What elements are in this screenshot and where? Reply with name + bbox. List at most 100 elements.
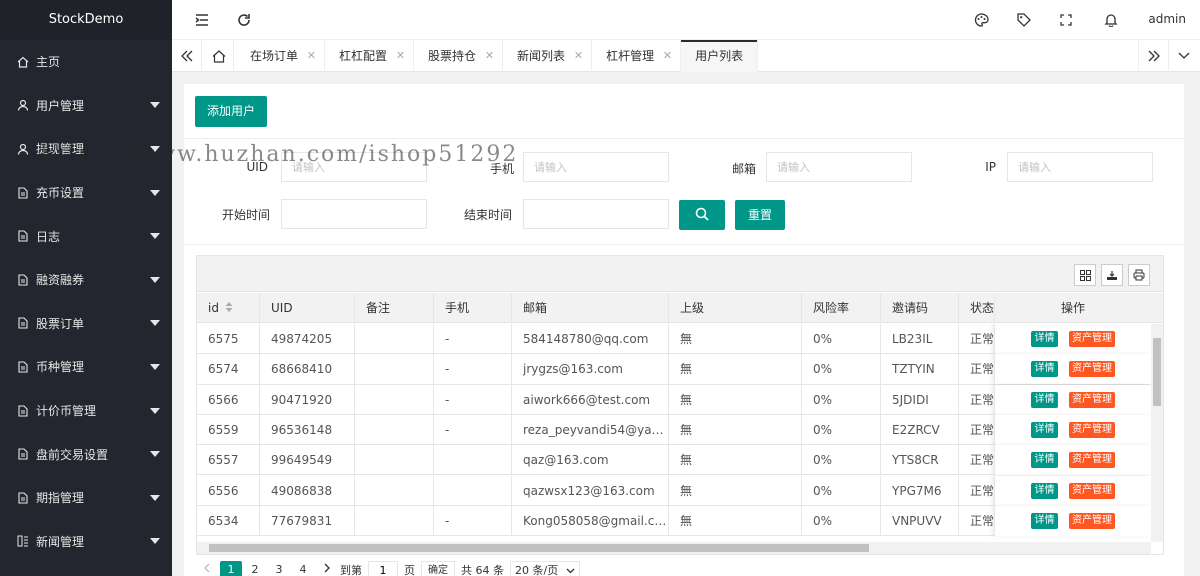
home-tab-icon[interactable] (204, 40, 234, 72)
start-time-input[interactable] (281, 199, 427, 229)
theme-palette-icon[interactable] (973, 12, 989, 28)
detail-button[interactable]: 详情 (1031, 331, 1058, 347)
asset-management-button[interactable]: 资产管理 (1069, 482, 1115, 499)
sidebar-item[interactable]: 新闻管理 (0, 520, 172, 564)
table-cell: - (434, 505, 512, 536)
page-number[interactable]: 2 (244, 561, 266, 576)
table-cell: 49086838 (260, 475, 355, 506)
table-cell: 6559 (197, 414, 260, 445)
page-number[interactable]: 4 (292, 561, 314, 576)
sidebar-item-label: 股票订单 (36, 316, 85, 331)
asset-management-button[interactable]: 资产管理 (1069, 361, 1115, 378)
sidebar-item[interactable]: 计价币管理 (0, 389, 172, 433)
detail-button[interactable]: 详情 (1031, 391, 1058, 408)
sidebar-item[interactable]: 盘前交易设置 (0, 432, 172, 476)
table-cell: Kong058058@gmail.com (512, 505, 669, 536)
sidebar-item-label: 日志 (36, 229, 61, 244)
close-tab-icon[interactable]: ✕ (307, 40, 316, 72)
tab[interactable]: 用户列表 (681, 40, 759, 72)
caret-down-icon (150, 451, 160, 458)
sidebar-item[interactable]: 用户管理 (0, 84, 172, 128)
asset-management-button[interactable]: 资产管理 (1069, 391, 1115, 408)
refresh-icon[interactable] (236, 12, 252, 28)
sidebar-item[interactable]: 充币设置 (0, 171, 172, 215)
sidebar-item[interactable]: 日志 (0, 214, 172, 258)
page-number[interactable]: 1 (220, 561, 242, 576)
sidebar-item[interactable]: 期指管理 (0, 476, 172, 520)
search-button[interactable] (679, 200, 725, 230)
close-tab-icon[interactable]: ✕ (574, 40, 583, 72)
detail-button[interactable]: 详情 (1031, 421, 1058, 438)
asset-management-button[interactable]: 资产管理 (1069, 331, 1115, 347)
table-cell: 正常 (959, 475, 999, 506)
asset-management-button[interactable]: 资产管理 (1069, 512, 1115, 529)
tab[interactable]: 新闻列表 ✕ (503, 40, 593, 72)
page-size-value: 20 条/页 (515, 564, 559, 576)
close-tab-icon[interactable]: ✕ (485, 40, 494, 72)
user-icon (16, 98, 30, 112)
sort-icon[interactable] (225, 301, 233, 315)
user-menu[interactable]: admin (1148, 12, 1186, 26)
table-cell (355, 505, 434, 536)
column-filter-icon[interactable] (1074, 264, 1096, 286)
confirm-button[interactable]: 确定 (421, 561, 455, 576)
tab[interactable]: 股票持仓 ✕ (414, 40, 504, 72)
sidebar-item[interactable]: 币种管理 (0, 345, 172, 389)
detail-button[interactable]: 详情 (1031, 482, 1058, 499)
detail-button[interactable]: 详情 (1031, 512, 1058, 529)
asset-management-button[interactable]: 资产管理 (1069, 452, 1115, 469)
table-cell: 正常 (959, 445, 999, 476)
reset-button[interactable]: 重置 (735, 200, 785, 230)
close-tab-icon[interactable]: ✕ (663, 40, 672, 72)
notification-bell-icon[interactable] (1103, 12, 1119, 28)
table-cell: 68668410 (260, 354, 355, 385)
close-tab-icon[interactable]: ✕ (396, 40, 405, 72)
horizontal-scrollbar[interactable] (197, 542, 1151, 554)
menu-fold-icon[interactable] (194, 12, 210, 28)
tabs-dropdown-icon[interactable] (1168, 40, 1198, 72)
tab[interactable]: 在场订单 ✕ (236, 40, 326, 72)
tab[interactable]: 杠杠配置 ✕ (325, 40, 415, 72)
email-input[interactable] (766, 152, 912, 182)
goto-page-input[interactable] (368, 561, 398, 576)
ip-input[interactable] (1007, 152, 1153, 182)
table-cell: VNPUVV (881, 505, 959, 536)
asset-management-button[interactable]: 资产管理 (1069, 421, 1115, 438)
top-header: admin (172, 0, 1200, 40)
column-header: UID (260, 293, 355, 323)
export-icon[interactable] (1101, 264, 1123, 286)
fullscreen-icon[interactable] (1058, 12, 1074, 28)
sidebar-item[interactable]: 融资融券 (0, 258, 172, 302)
sidebar-item[interactable]: 股票订单 (0, 302, 172, 346)
next-page-icon[interactable] (316, 561, 338, 576)
detail-button[interactable]: 详情 (1031, 452, 1058, 469)
table-cell: 無 (669, 384, 802, 415)
sidebar-item-label: 充币设置 (36, 186, 85, 201)
table-row: 6575 49874205 -584148780@qq.com 無 0% LB23IL 正常… (197, 324, 1151, 355)
page-size-select[interactable]: 20 条/页 (510, 561, 581, 576)
end-time-input[interactable] (523, 199, 669, 229)
column-header[interactable]: id (197, 293, 260, 323)
tab-label: 杠杆管理 (606, 49, 655, 63)
sidebar-item[interactable]: 主页 (0, 40, 172, 84)
table-cell: 0% (802, 475, 881, 506)
column-header-label: 状态 (970, 301, 995, 315)
table-cell: aiwork666@test.com (512, 384, 669, 415)
table-cell: - (434, 324, 512, 354)
vertical-scrollbar[interactable] (1151, 324, 1163, 542)
tab[interactable]: 杠杆管理 ✕ (592, 40, 682, 72)
detail-button[interactable]: 详情 (1031, 361, 1058, 378)
user-name: admin (1148, 12, 1186, 26)
column-header: 邀请码 (881, 293, 959, 323)
tag-icon[interactable] (1016, 12, 1032, 28)
table-cell: 0% (802, 324, 881, 354)
phone-input[interactable] (523, 152, 669, 182)
page-number[interactable]: 3 (268, 561, 290, 576)
tabs-prev-icon[interactable] (172, 40, 202, 72)
print-icon[interactable] (1128, 264, 1150, 286)
column-header-label: UID (271, 301, 293, 315)
sidebar-item-label: 计价币管理 (36, 404, 97, 419)
prev-page-icon[interactable] (196, 561, 218, 576)
tabs-next-icon[interactable] (1138, 40, 1168, 72)
add-user-button[interactable]: 添加用户 (195, 96, 267, 127)
